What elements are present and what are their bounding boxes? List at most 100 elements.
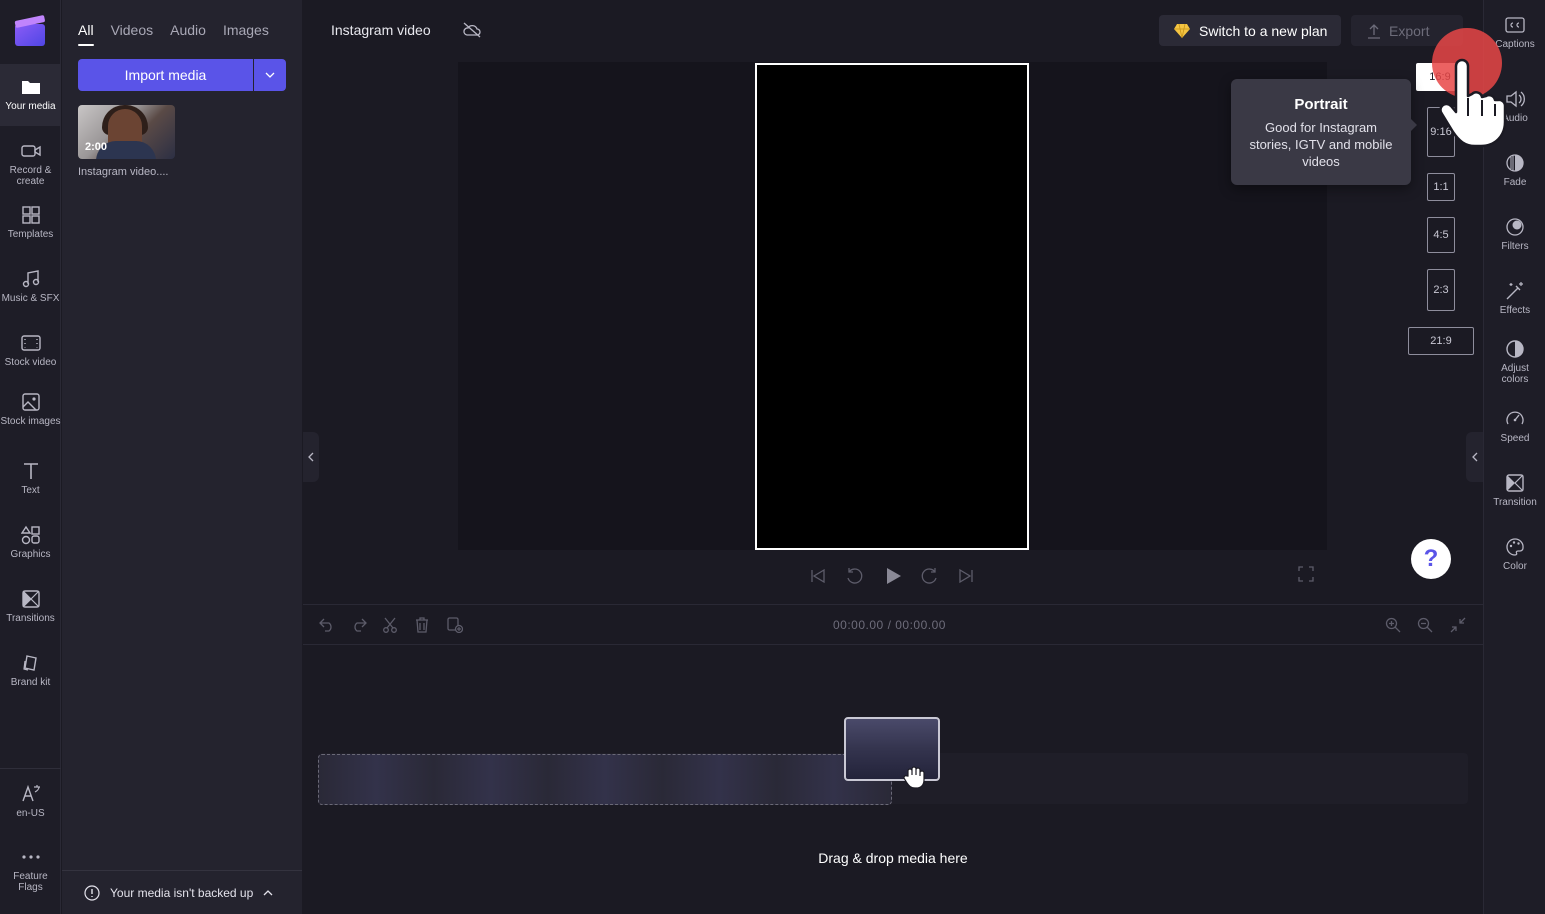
music-icon (20, 268, 42, 290)
timeline-drop-zone[interactable] (318, 754, 892, 805)
tab-images[interactable]: Images (223, 22, 269, 44)
language-icon (20, 783, 42, 805)
editor-area: Instagram video Switch to a new plan Exp… (303, 0, 1483, 914)
chevron-left-icon (1471, 452, 1477, 462)
rail-item-label: Your media (5, 101, 56, 112)
rail-item-label: Text (21, 485, 40, 496)
skip-to-end-button[interactable] (955, 565, 977, 587)
rail-item-speed[interactable]: Speed (1484, 396, 1545, 456)
redo-button[interactable] (349, 615, 369, 635)
scissors-icon (383, 617, 397, 633)
video-preview-area (458, 62, 1327, 550)
redo-icon (354, 618, 367, 632)
folder-icon (20, 76, 42, 98)
help-button[interactable]: ? (1411, 539, 1451, 579)
tab-videos[interactable]: Videos (111, 22, 154, 44)
rail-item-language[interactable]: en-US (0, 771, 61, 833)
question-mark-icon: ? (1423, 545, 1439, 572)
ratio-21-9[interactable]: 21:9 (1408, 327, 1474, 355)
duplicate-button[interactable] (445, 615, 465, 635)
time-separator: / (887, 618, 892, 632)
trash-icon (416, 617, 428, 633)
rail-item-music-sfx[interactable]: Music & SFX (0, 256, 61, 318)
left-navigation-rail: Your media Record & create Templates Mus… (0, 0, 61, 914)
ratio-2-3[interactable]: 2:3 (1427, 269, 1455, 311)
rail-item-graphics[interactable]: Graphics (0, 512, 61, 574)
rail-item-label: Templates (7, 229, 54, 240)
rail-item-color[interactable]: Color (1484, 524, 1545, 584)
tab-audio[interactable]: Audio (170, 22, 206, 44)
backup-notice-text: Your media isn't backed up (110, 885, 254, 900)
rail-divider (0, 768, 61, 769)
fit-timeline-button[interactable] (1448, 615, 1468, 635)
rail-item-label: Stock video (4, 357, 57, 368)
rail-item-transition[interactable]: Transition (1484, 460, 1545, 520)
rail-item-record-create[interactable]: Record & create (0, 128, 61, 190)
zoom-out-button[interactable] (1415, 615, 1435, 635)
rail-item-adjust-colors[interactable]: Adjust colors (1484, 326, 1545, 386)
transitions-icon (20, 588, 42, 610)
rail-item-label: Transition (1493, 497, 1537, 508)
info-circle-icon (84, 884, 100, 901)
zoom-in-button[interactable] (1383, 615, 1403, 635)
rail-item-your-media[interactable]: Your media (0, 64, 61, 126)
ratio-1-1[interactable]: 1:1 (1427, 173, 1455, 201)
rail-item-stock-images[interactable]: Stock images (0, 379, 61, 441)
switch-plan-label: Switch to a new plan (1199, 22, 1328, 39)
project-title[interactable]: Instagram video (331, 22, 431, 38)
media-panel: All Videos Audio Images Import media 2:0… (62, 0, 302, 914)
portrait-tooltip: Portrait Good for Instagram stories, IGT… (1231, 79, 1417, 185)
rail-item-stock-video[interactable]: Stock video (0, 320, 61, 382)
magic-wand-icon (1504, 280, 1526, 302)
rail-item-label: Stock images (0, 416, 61, 427)
cloud-off-icon (463, 22, 481, 38)
rail-item-templates[interactable]: Templates (0, 192, 61, 254)
rail-item-label: Color (1503, 561, 1527, 572)
image-icon (20, 391, 42, 413)
film-icon (20, 332, 42, 354)
rail-item-label: Filters (1501, 241, 1529, 252)
rail-item-text[interactable]: Text (0, 448, 61, 510)
time-readout: 00:00.00 / 00:00.00 (833, 618, 946, 632)
current-time: 00:00.00 (833, 618, 884, 632)
pointer-hand-cursor-icon (1439, 58, 1507, 148)
tab-all[interactable]: All (78, 22, 94, 46)
drop-instructions: Drag & drop media here (818, 850, 968, 866)
media-tabs: All Videos Audio Images (78, 22, 286, 46)
clipchamp-logo-icon (14, 15, 45, 46)
rail-item-transitions[interactable]: Transitions (0, 576, 61, 638)
chevron-down-icon (265, 72, 275, 78)
rewind-5-button[interactable] (843, 565, 865, 587)
rail-item-effects[interactable]: Effects (1484, 268, 1545, 328)
rail-item-feature-flags[interactable]: Feature Flags (0, 834, 61, 896)
portrait-canvas[interactable] (755, 63, 1029, 550)
split-button[interactable] (380, 615, 400, 635)
forward-5-button[interactable] (919, 565, 941, 587)
collapse-media-panel-button[interactable] (303, 432, 319, 482)
speedometer-icon (1504, 408, 1526, 430)
delete-button[interactable] (412, 615, 432, 635)
feature-flags-label: Feature Flags (13, 871, 48, 893)
rail-item-brand-kit[interactable]: Brand kit (0, 640, 61, 702)
switch-plan-button[interactable]: Switch to a new plan (1159, 15, 1341, 46)
total-time: 00:00.00 (895, 618, 946, 632)
chevron-left-icon (308, 452, 314, 462)
palette-icon (1504, 536, 1526, 558)
collapse-properties-panel-button[interactable] (1466, 432, 1483, 482)
ratio-4-5[interactable]: 4:5 (1427, 217, 1455, 253)
import-media-button[interactable]: Import media (78, 59, 253, 91)
templates-icon (20, 204, 42, 226)
play-button[interactable] (882, 565, 904, 587)
import-options-dropdown[interactable] (254, 59, 286, 91)
backup-notice[interactable]: Your media isn't backed up (62, 870, 302, 914)
fullscreen-button[interactable] (1298, 566, 1314, 587)
skip-back-icon (811, 569, 825, 583)
undo-button[interactable] (317, 615, 337, 635)
tooltip-title: Portrait (1294, 96, 1348, 113)
fade-icon (1504, 152, 1526, 174)
transition-icon (1504, 472, 1526, 494)
rail-item-filters[interactable]: Filters (1484, 204, 1545, 264)
media-item-thumbnail[interactable]: 2:00 (78, 105, 175, 159)
media-item-duration: 2:00 (85, 141, 108, 153)
skip-to-start-button[interactable] (807, 565, 829, 587)
